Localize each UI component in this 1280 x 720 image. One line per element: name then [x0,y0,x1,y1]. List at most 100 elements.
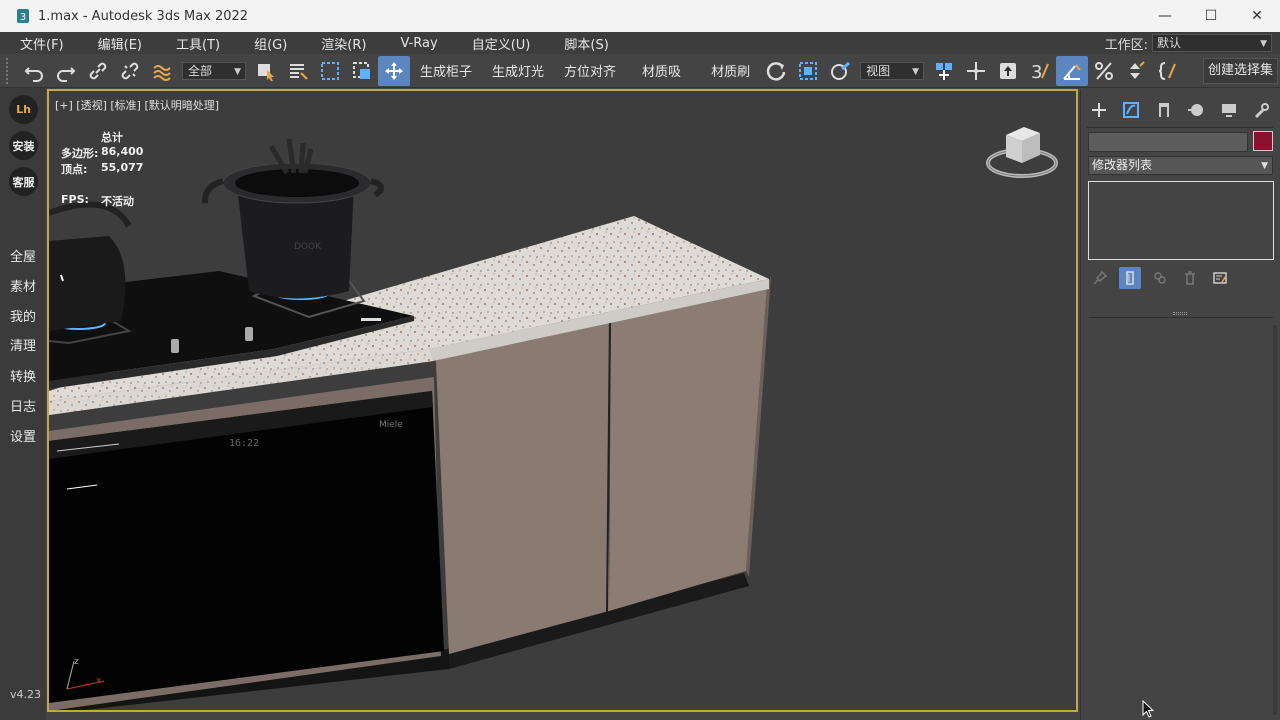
menu-group[interactable]: 组(G) [234,34,301,53]
make-unique-button[interactable] [1149,267,1171,289]
mouse-pointer-icon [1142,700,1155,718]
link-button[interactable] [82,56,114,86]
sidebar-item-settings[interactable]: 设置 [0,426,46,445]
rotate-button[interactable] [760,56,792,86]
end-result-icon [1126,271,1134,285]
make-unique-icon [1154,272,1166,284]
fps-value: 不活动 [101,195,134,208]
selection-filter-value: 全部 [188,63,213,78]
redo-icon [57,66,76,82]
modifier-stack[interactable] [1088,181,1274,260]
rollout-grip[interactable] [1173,312,1187,315]
workspace-dropdown[interactable]: 默认 ▼ [1152,34,1272,52]
menu-render[interactable]: 渲染(R) [301,34,380,53]
toolbar-grip[interactable] [6,57,12,84]
menu-file[interactable]: 文件(F) [0,34,78,53]
redo-button[interactable] [50,56,82,86]
install-button[interactable]: 安装 [9,131,38,160]
undo-icon [24,66,43,82]
orientation-align-button[interactable]: 方位对齐 [554,61,626,80]
sidebar-item-convert[interactable]: 转换 [0,366,46,385]
polys-label: 多边形: [61,147,99,160]
sidebar-item-mine[interactable]: 我的 [0,306,46,325]
bind-spacewarp-button[interactable] [146,56,178,86]
select-object-button[interactable] [250,56,282,86]
wrench-icon [1254,103,1269,119]
chevron-down-icon: ▼ [912,66,920,77]
tab-motion[interactable] [1182,97,1210,123]
menu-script[interactable]: 脚本(S) [544,34,622,53]
menu-customize[interactable]: 自定义(U) [452,34,545,53]
configure-modifier-sets-button[interactable] [1209,267,1231,289]
create-selection-set-button[interactable]: 创建选择集 [1202,58,1278,84]
unlink-button[interactable] [114,56,146,86]
oven-clock: 16:22 [229,438,259,449]
scene-statistics: 总计 多边形: 86,400 顶点: 55,077 FPS: 不活动 [61,129,143,209]
spinner-icon [1130,60,1145,79]
tab-hierarchy[interactable] [1150,97,1178,123]
stats-header: 总计 [101,131,123,144]
panel-scrollbar[interactable] [1273,325,1277,715]
show-end-result-button[interactable] [1119,267,1141,289]
modifier-list-dropdown[interactable]: 修改器列表 ▼ [1088,156,1273,175]
service-button[interactable]: 客服 [9,167,38,196]
maximize-button[interactable]: ☐ [1188,0,1234,32]
pivot-center-button[interactable] [928,56,960,86]
material-brush-button[interactable]: 材质刷 [691,61,760,80]
keyboard-shortcut-button[interactable] [992,56,1024,86]
selection-filter-dropdown[interactable]: 全部 ▼ [182,61,246,80]
pin-stack-button[interactable] [1089,267,1111,289]
rect-selection-button[interactable] [314,56,346,86]
object-color-swatch[interactable] [1253,131,1273,151]
reference-coord-value: 视图 [866,63,891,78]
undo-button[interactable] [18,56,50,86]
spinner-snap-button[interactable] [1120,56,1152,86]
sidebar-item-assets[interactable]: 素材 [0,276,46,295]
angle-snap-button[interactable] [1056,55,1089,86]
object-name-input[interactable] [1088,132,1248,152]
viewport-label-menu[interactable]: [+] [透视] [标准] [默认明暗处理] [55,97,219,113]
tab-utilities[interactable] [1247,97,1275,123]
named-sets-icon [1159,61,1176,80]
menu-tools[interactable]: 工具(T) [156,34,234,53]
remove-modifier-button[interactable] [1179,267,1201,289]
minimize-button[interactable]: — [1142,0,1188,32]
edit-named-sets-button[interactable] [1152,56,1184,86]
select-move-button[interactable] [378,55,410,86]
reference-coord-dropdown[interactable]: 视图 ▼ [860,61,925,80]
modifier-list-label: 修改器列表 [1092,158,1153,172]
menu-vray[interactable]: V-Ray [380,36,451,51]
sidebar-item-whole-house[interactable]: 全屋 [0,246,46,265]
select-cursor-icon [258,63,274,81]
sidebar-item-log[interactable]: 日志 [0,396,46,415]
tab-display[interactable] [1215,97,1243,123]
workspace-label: 工作区: [1104,37,1148,53]
lh-button[interactable]: Lh [9,95,38,124]
perspective-viewport[interactable]: 16:22 Miele DOOK z x [+] [透视] [标准] [默认明暗… [47,89,1078,712]
scale-button[interactable] [792,56,824,86]
sidebar-item-clean[interactable]: 清理 [0,335,46,354]
window-title: 1.max - Autodesk 3ds Max 2022 [38,8,249,24]
title-bar: 3 1.max - Autodesk 3ds Max 2022 — ☐ ✕ [0,0,1280,32]
command-panel: 修改器列表 ▼ [1080,89,1280,720]
generate-light-button[interactable]: 生成灯光 [482,61,554,80]
tab-modify[interactable] [1117,97,1145,123]
material-pick-button[interactable]: 材质吸 [626,61,691,80]
generate-cabinet-button[interactable]: 生成柜子 [410,61,482,80]
placement-icon [831,61,851,80]
select-manipulate-button[interactable] [960,56,992,86]
select-by-name-button[interactable] [282,56,314,86]
close-button[interactable]: ✕ [1234,0,1280,32]
plugin-sidebar: Lh 安装 客服 全屋 素材 我的 清理 转换 日志 设置 v4.23 [0,88,46,720]
menu-edit[interactable]: 编辑(E) [78,34,156,53]
percent-snap-button[interactable] [1088,56,1120,86]
placement-button[interactable] [824,56,856,86]
panel-divider [1087,127,1273,128]
viewcube-icon[interactable] [984,121,1064,186]
snaps-toggle-button[interactable]: 3 [1024,56,1056,86]
window-crossing-button[interactable] [346,56,378,86]
tab-create[interactable] [1085,97,1113,123]
fps-label: FPS: [61,193,89,206]
menu-bar: 文件(F) 编辑(E) 工具(T) 组(G) 渲染(R) V-Ray 自定义(U… [0,32,1280,54]
plugin-version: v4.23 [10,688,42,701]
